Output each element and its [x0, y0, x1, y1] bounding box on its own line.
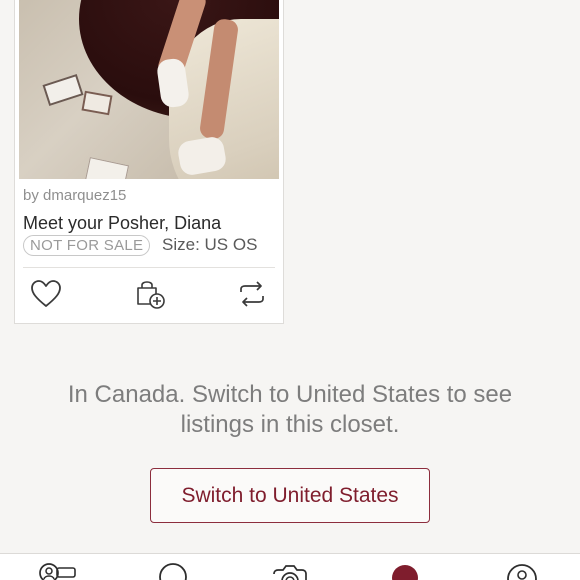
- not-for-sale-badge: NOT FOR SALE: [23, 235, 151, 256]
- listing-photo[interactable]: [19, 0, 279, 179]
- switch-country-button[interactable]: Switch to United States: [150, 468, 430, 523]
- person-key-icon: [39, 563, 76, 580]
- tab-sell[interactable]: [272, 562, 308, 580]
- camera-icon: [273, 565, 307, 580]
- share-button[interactable]: [235, 277, 269, 311]
- tab-feed[interactable]: [38, 562, 78, 580]
- shop-dot-icon: [392, 565, 418, 580]
- photo-polaroid: [84, 157, 130, 179]
- listing-card[interactable]: by dmarquez15 Meet your Posher, Diana NO…: [14, 0, 284, 324]
- tab-search[interactable]: [158, 562, 188, 580]
- region-notice: In Canada. Switch to United States to se…: [67, 381, 513, 438]
- card-divider: [23, 267, 275, 268]
- listing-size: Size: US OS: [162, 235, 258, 254]
- share-arrows-icon: [240, 281, 264, 307]
- profile-icon: [507, 564, 537, 580]
- seller-username[interactable]: by dmarquez15: [23, 187, 126, 204]
- listing-title[interactable]: Meet your Posher, Diana: [23, 213, 221, 234]
- photo-polaroid: [42, 73, 84, 107]
- tab-shop[interactable]: [391, 562, 419, 580]
- add-to-bundle-button[interactable]: [133, 277, 167, 311]
- search-circle-icon: [159, 563, 187, 580]
- photo-polaroid: [81, 90, 113, 116]
- bag-plus-icon: [137, 281, 165, 309]
- bottom-tab-bar: [0, 553, 580, 580]
- heart-icon: [31, 280, 61, 307]
- tab-profile[interactable]: [505, 562, 539, 580]
- like-button[interactable]: [29, 277, 63, 311]
